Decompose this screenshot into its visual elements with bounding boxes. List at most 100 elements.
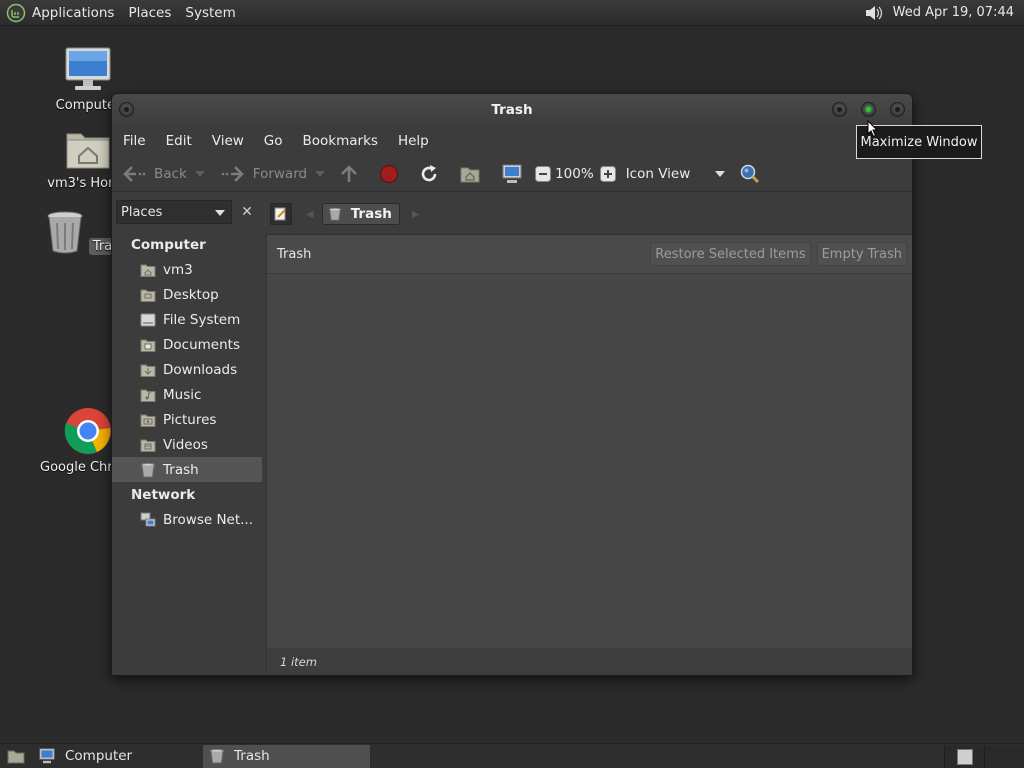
location-toggle-button[interactable]: [270, 203, 292, 225]
location-bar: ◀ Trash ▶: [266, 194, 912, 234]
sidebar-item-label: Downloads: [163, 361, 238, 378]
home-folder-icon: [66, 133, 110, 169]
side-pane-header: Places ✕: [112, 194, 262, 224]
computer-icon: [502, 164, 522, 183]
side-pane-selector-label: Places: [121, 204, 163, 220]
title-bar[interactable]: Trash: [112, 94, 912, 125]
file-view[interactable]: Trash Restore Selected Items Empty Trash…: [266, 234, 912, 675]
stop-button[interactable]: [379, 164, 399, 184]
reload-icon: [421, 164, 437, 181]
taskbar-item-computer[interactable]: Computer: [32, 745, 198, 768]
volume-icon[interactable]: [863, 2, 885, 24]
applications-menu[interactable]: Applications: [32, 5, 114, 21]
view-mode-select[interactable]: Icon View: [626, 166, 726, 182]
bottom-panel: Computer Trash: [0, 743, 1024, 768]
breadcrumb-label: Trash: [350, 206, 392, 222]
zoom-in-icon: [599, 165, 616, 182]
maximize-button[interactable]: [861, 102, 876, 117]
show-desktop-icon: [7, 750, 25, 764]
computer-icon: [65, 47, 111, 90]
back-history-dropdown[interactable]: [194, 170, 205, 177]
file-manager-window: Trash File Edit View Go Bookmarks Help B…: [111, 93, 913, 676]
status-bar: 1 item: [267, 648, 912, 675]
chevron-down-icon: [315, 170, 326, 177]
workspace-2[interactable]: [984, 745, 1024, 768]
sidebar-item-pictures[interactable]: Pictures: [112, 407, 262, 432]
home-button[interactable]: [459, 164, 481, 184]
trash-bar-label: Trash: [277, 246, 312, 262]
sidebar-item-desktop[interactable]: Desktop: [112, 282, 262, 307]
search-button[interactable]: [739, 163, 761, 185]
zoom-out-button[interactable]: [535, 165, 552, 182]
menu-file[interactable]: File: [123, 133, 146, 149]
trash-info-bar: Trash Restore Selected Items Empty Trash: [267, 235, 912, 274]
back-button[interactable]: Back: [122, 164, 187, 184]
close-button[interactable]: [890, 102, 905, 117]
back-arrow-icon: [123, 165, 146, 182]
menu-go[interactable]: Go: [264, 133, 283, 149]
back-label: Back: [154, 165, 187, 182]
desktop-folder-icon: [140, 289, 156, 302]
zoom-level[interactable]: 100%: [555, 166, 594, 182]
show-desktop-button[interactable]: [0, 748, 32, 764]
zoom-in-button[interactable]: [599, 165, 616, 182]
clock[interactable]: Wed Apr 19, 07:44: [893, 5, 1014, 20]
reload-button[interactable]: [419, 164, 439, 184]
chevron-down-icon: [715, 170, 726, 177]
taskbar-item-label: Computer: [65, 748, 133, 764]
chevron-down-icon: [215, 210, 225, 216]
mouse-cursor-icon: [867, 120, 879, 138]
toolbar: Back Forward 100% Icon View: [112, 156, 912, 192]
drive-icon: [140, 313, 156, 326]
crumb-right-arrow-icon[interactable]: ▶: [412, 209, 420, 220]
breadcrumb-trash[interactable]: Trash: [321, 203, 400, 225]
crumb-left-arrow-icon[interactable]: ◀: [306, 209, 314, 220]
menu-view[interactable]: View: [212, 133, 244, 149]
workspace-switcher: [944, 745, 1024, 768]
taskbar-item-trash[interactable]: Trash: [203, 744, 370, 768]
system-menu[interactable]: System: [185, 5, 235, 21]
sidebar-item-documents[interactable]: Documents: [112, 332, 262, 357]
sidebar-item-trash[interactable]: Trash: [112, 457, 262, 482]
mint-logo-icon[interactable]: [6, 3, 26, 23]
forward-history-dropdown[interactable]: [315, 170, 326, 177]
sidebar-item-browse-network[interactable]: Browse Net...: [112, 507, 262, 532]
close-icon[interactable]: ✕: [236, 201, 258, 223]
trash-icon: [210, 748, 224, 764]
sidebar-item-music[interactable]: Music: [112, 382, 262, 407]
sidebar-item-vm3[interactable]: vm3: [112, 257, 262, 282]
window-title: Trash: [491, 101, 533, 118]
trash-icon: [141, 462, 155, 477]
menu-help[interactable]: Help: [398, 133, 429, 149]
side-pane-selector[interactable]: Places: [116, 200, 232, 224]
menu-bookmarks[interactable]: Bookmarks: [303, 133, 378, 149]
sidebar-item-label: Desktop: [163, 286, 219, 303]
workspace-1[interactable]: [944, 745, 984, 768]
computer-button[interactable]: [501, 164, 523, 184]
music-folder-icon: [140, 389, 156, 402]
menu-edit[interactable]: Edit: [166, 133, 192, 149]
sidebar-item-label: Trash: [163, 461, 199, 478]
minimize-button[interactable]: [832, 102, 847, 117]
restore-selected-button[interactable]: Restore Selected Items: [650, 242, 811, 266]
trash-icon: [328, 207, 341, 221]
places-menu[interactable]: Places: [128, 5, 171, 21]
trash-icon: [47, 211, 83, 254]
forward-button[interactable]: Forward: [221, 164, 307, 184]
empty-trash-button[interactable]: Empty Trash: [816, 242, 907, 266]
side-pane: Places ✕ Computer vm3 Desktop File Syste…: [112, 194, 262, 675]
up-arrow-icon: [341, 164, 357, 182]
sidebar-item-downloads[interactable]: Downloads: [112, 357, 262, 382]
status-text: 1 item: [280, 655, 317, 669]
window-menu-button[interactable]: [119, 102, 134, 117]
pictures-folder-icon: [140, 414, 156, 427]
workspace-window-thumbnail: [956, 748, 973, 765]
chevron-down-icon: [194, 170, 205, 177]
sidebar-item-label: Videos: [163, 436, 208, 453]
sidebar-item-label: Browse Net...: [163, 511, 254, 528]
sidebar-item-file-system[interactable]: File System: [112, 307, 262, 332]
forward-label: Forward: [252, 165, 308, 182]
sidebar-item-videos[interactable]: Videos: [112, 432, 262, 457]
downloads-folder-icon: [140, 364, 156, 377]
up-button[interactable]: [339, 164, 359, 184]
